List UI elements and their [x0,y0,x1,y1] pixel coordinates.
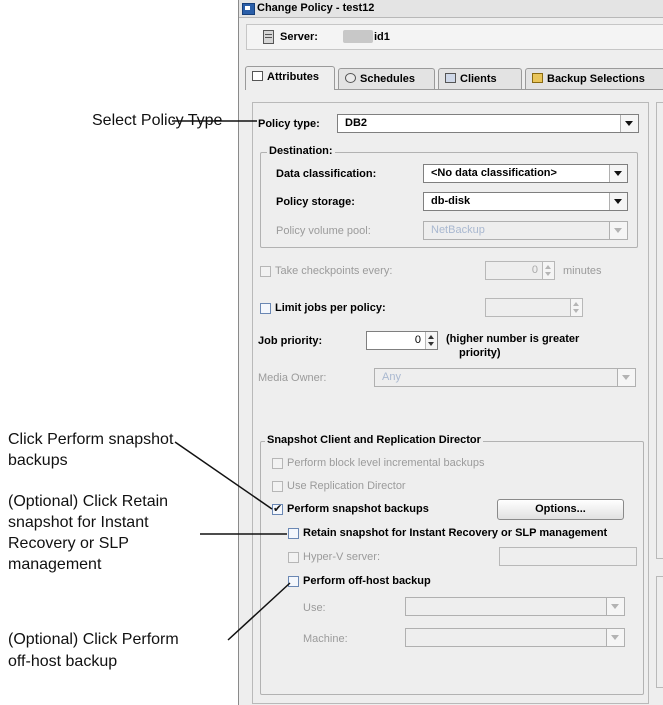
offhost-machine-select [405,628,625,647]
data-classification-label: Data classification: [276,168,377,180]
limit-jobs-checkbox[interactable] [260,303,271,314]
checkpoints-interval-stepper: 0 [485,261,555,280]
checkpoints-unit: minutes [563,265,602,277]
job-priority-value: 0 [414,334,421,346]
chevron-down-icon [609,222,627,239]
callout-retain-line4: management [8,556,102,573]
policy-type-value: DB2 [345,117,368,129]
replication-director-label: Use Replication Director [287,480,406,492]
media-owner-value: Any [382,371,401,383]
destination-title: Destination: [267,145,335,157]
server-value: id1 [374,31,390,43]
callout-perform-snapshot-line2: backups [8,452,68,469]
retain-snapshot-checkbox[interactable] [288,528,299,539]
policy-tabs: Attributes Schedules Clients Backup Sele… [245,66,663,90]
window-icon [242,3,255,15]
limit-jobs-label: Limit jobs per policy: [275,302,386,314]
perform-snapshot-checkbox[interactable] [272,502,283,515]
offhost-checkbox[interactable] [288,576,299,587]
callout-retain-line1: (Optional) Click Retain [8,493,169,510]
policy-storage-select[interactable]: db-disk [423,192,628,211]
block-level-checkbox [272,458,283,469]
spinner-arrows-icon[interactable] [425,332,437,349]
offhost-use-select [405,597,625,616]
chevron-down-icon[interactable] [620,115,638,132]
checkpoints-label: Take checkpoints every: [275,265,393,277]
job-priority-label: Job priority: [258,335,323,347]
hyperv-label: Hyper-V server: [303,551,381,563]
volume-pool-label: Policy volume pool: [276,225,371,237]
job-priority-stepper[interactable]: 0 [366,331,438,350]
tab-backup-selections-label: Backup Selections [547,73,645,85]
retain-snapshot-label: Retain snapshot for Instant Recovery or … [303,527,608,539]
right-panel-upper [656,102,663,559]
clients-icon [445,73,456,83]
spinner-arrows-icon [570,299,582,316]
callout-select-policy-type: Select Policy Type [92,112,223,129]
callout-perform-snapshot-line1: Click Perform snapshot [8,431,174,448]
perform-snapshot-label: Perform snapshot backups [287,503,429,515]
options-button[interactable]: Options... [497,499,624,520]
chevron-down-icon [606,629,624,646]
server-icon [263,30,274,44]
schedules-icon [345,73,356,83]
block-level-label: Perform block level incremental backups [287,457,485,469]
use-label: Use: [303,602,326,614]
callout-offhost-line2: off-host backup [8,653,118,670]
chevron-down-icon [606,598,624,615]
chevron-down-icon [617,369,635,386]
replication-director-checkbox [272,481,283,492]
window-title: Change Policy - test12 [257,2,375,14]
policy-type-select[interactable]: DB2 [337,114,639,133]
checkpoints-value: 0 [531,264,538,276]
policy-storage-value: db-disk [431,195,471,207]
spinner-arrows-icon [542,262,554,279]
tab-attributes[interactable]: Attributes [245,66,335,90]
tab-clients-label: Clients [460,73,497,85]
right-panel-lower [656,576,663,688]
data-classification-select[interactable]: <No data classification> [423,164,628,183]
media-owner-select: Any [374,368,636,387]
limit-jobs-stepper [485,298,583,317]
attributes-icon [252,71,263,81]
server-name-redaction [343,30,373,43]
chevron-down-icon[interactable] [609,165,627,182]
tab-backup-selections[interactable]: Backup Selections [525,68,663,89]
job-priority-note-line2: priority) [459,347,501,359]
data-classification-value: <No data classification> [431,167,557,179]
tab-attributes-label: Attributes [267,71,319,83]
offhost-label: Perform off-host backup [303,575,431,587]
checkpoints-checkbox [260,266,271,277]
tab-clients[interactable]: Clients [438,68,522,89]
change-policy-window: Change Policy - test12 Server: id1 Attri… [238,0,663,705]
chevron-down-icon[interactable] [609,193,627,210]
callout-retain-line2: snapshot for Instant [8,514,149,531]
snapshot-group-title: Snapshot Client and Replication Director [265,434,483,446]
title-bar[interactable]: Change Policy - test12 [239,0,663,18]
hyperv-checkbox [288,552,299,563]
hyperv-server-field [499,547,637,566]
callout-retain-line3: Recovery or SLP [8,535,129,552]
tab-schedules-label: Schedules [360,73,416,85]
job-priority-note-line1: (higher number is greater [446,333,580,345]
volume-pool-select: NetBackup [423,221,628,240]
backup-selections-icon [532,73,543,83]
server-label: Server: [280,31,318,43]
volume-pool-value: NetBackup [431,224,485,236]
policy-storage-label: Policy storage: [276,196,355,208]
callout-offhost-line1: (Optional) Click Perform [8,631,179,648]
machine-label: Machine: [303,633,348,645]
tab-schedules[interactable]: Schedules [338,68,435,89]
media-owner-label: Media Owner: [258,372,327,384]
server-row: Server: id1 [239,18,663,52]
policy-type-label: Policy type: [258,118,320,130]
